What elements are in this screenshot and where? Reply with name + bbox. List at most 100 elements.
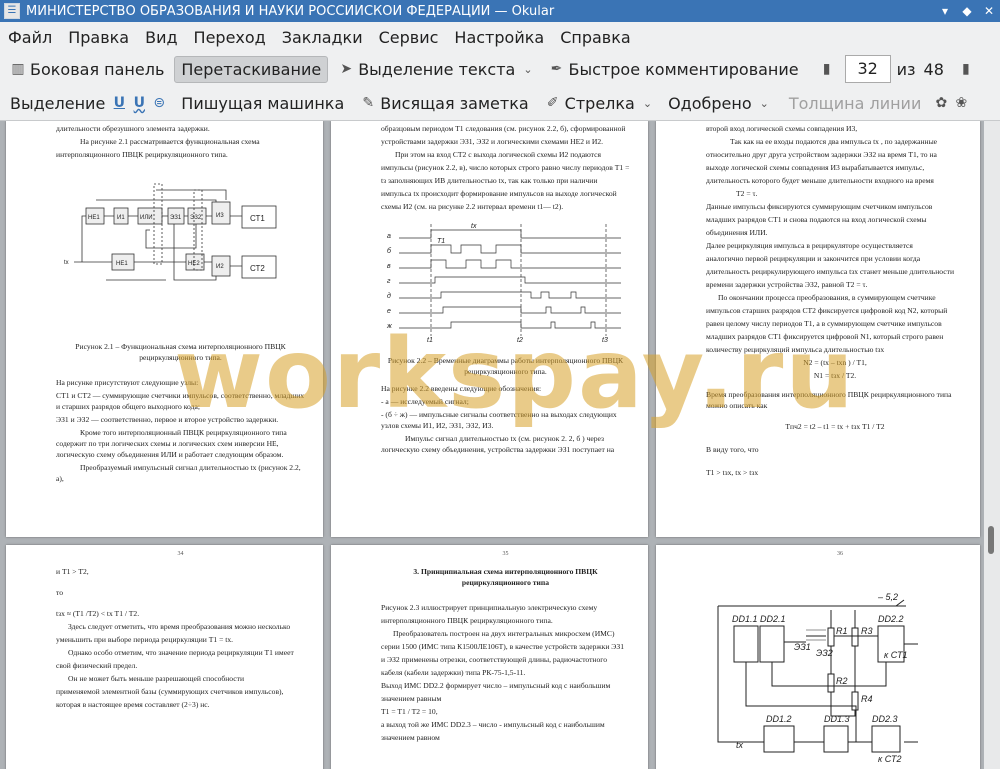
schematic-diagram: DD1.1 DD2.1 R1 R3 – 5,2 DD2.2 ЭЗ1 ЭЗ2 к … [717, 592, 918, 764]
stamp-label: Одобрено [668, 93, 752, 113]
label-ez2: ЭЗ2 [816, 648, 833, 658]
menu-tools[interactable]: Сервис [371, 28, 447, 47]
page-text: Рисунок 2.3 иллюстрирует принципиальную … [381, 603, 598, 612]
menu-file[interactable]: Файл [0, 28, 60, 47]
time-label-t3: t3 [602, 337, 608, 344]
signal-label-e: е [387, 308, 391, 315]
arrow-label: Стрелка [564, 93, 635, 113]
formula: N1 = tзx / T2. [813, 371, 857, 380]
note-label: Висящая заметка [380, 93, 529, 113]
label-r3: R3 [861, 626, 873, 636]
page-text: выходе логической схемы совпадения И3 вы… [706, 163, 925, 172]
duration-label-tx: tx [471, 223, 477, 230]
signal-label-a: а [387, 233, 391, 240]
color-icon[interactable]: ✿ [933, 95, 949, 111]
page-total: 48 [923, 59, 944, 79]
note-button[interactable]: ✎ Висящая заметка [354, 91, 534, 116]
settings-icon[interactable]: ❀ [953, 95, 969, 111]
menu-bar: Файл Правка Вид Переход Закладки Сервис … [0, 22, 1000, 52]
page-text: - а — исследуемый сигнал; [381, 397, 469, 406]
highlight-button[interactable]: Выделение [4, 91, 111, 116]
page-text: применяемой элементной базы (суммирующих… [56, 687, 284, 696]
period-label-t1: T1 [437, 238, 445, 245]
svg-text:tx: tx [64, 260, 69, 266]
page-text: - (б ÷ ж) — импульсные сигналы соответст… [381, 410, 617, 430]
page-number-input[interactable]: 32 [844, 55, 891, 83]
menu-go[interactable]: Переход [186, 28, 274, 47]
signal-label-zh: ж [386, 323, 393, 330]
menu-help[interactable]: Справка [552, 28, 639, 47]
drag-mode-button[interactable]: Перетаскивание [174, 55, 329, 83]
chevron-down-icon[interactable]: ⌄ [643, 97, 652, 110]
menu-view[interactable]: Вид [137, 28, 185, 47]
menu-edit[interactable]: Правка [60, 28, 137, 47]
squiggle-icon[interactable]: U [131, 95, 147, 111]
page-text: Он не может быть меньше разрешающей спос… [68, 674, 245, 683]
close-button[interactable]: ✕ [978, 4, 1000, 18]
page-text: равен целому числу периодов T1, а в сумм… [706, 319, 942, 328]
page-text: которая в настоящее время составляет (2÷… [56, 700, 210, 709]
functional-diagram: НЕ1 И1 ИЛИ ЭЗ1 ЭЗ2 И3 СТ1 НЕ1 НЕ2 И2 СТ2 tx [64, 183, 277, 281]
scrollbar-thumb[interactable] [988, 526, 994, 554]
quick-comment-button[interactable]: ✒ Быстрое комментирование [543, 57, 805, 82]
okular-app-icon[interactable]: ☰ [4, 3, 20, 19]
chevron-down-icon[interactable]: ⌄ [760, 97, 769, 110]
previous-page-icon[interactable]: ▮ [819, 61, 835, 77]
signal-label-d: д [387, 292, 391, 300]
page-text: второй вход логической схемы совпадения … [706, 124, 858, 133]
page-text: устройствами задержки ЭЗ1, ЭЗ2 и логичес… [381, 137, 604, 146]
page-text: значением равном [381, 733, 440, 742]
arrow-icon: ✐ [546, 95, 559, 111]
label-ez1: ЭЗ1 [794, 642, 811, 652]
underline-icon[interactable]: U [111, 95, 127, 111]
stamp-button[interactable]: Одобрено ⌄ [662, 91, 775, 116]
page-32: образцовым периодом T1 следования (см. р… [331, 121, 648, 537]
page-text: интерполяционного ПВЦК рециркуляционного… [381, 616, 553, 625]
page-text: длительность рециркулирующего импульса t… [706, 267, 955, 276]
sidebar-button[interactable]: ▥ Боковая панель [4, 57, 170, 82]
label-dd1-2: DD1.2 [766, 714, 792, 724]
page-text: свой физический предел. [56, 661, 138, 670]
page-text: Кроме того интерполяционный ПВЦК рецирку… [56, 428, 287, 459]
label-power: – 5,2 [877, 592, 898, 602]
line-width-button[interactable]: Толщина линии [783, 91, 928, 116]
label-dd2-2: DD2.2 [878, 614, 904, 624]
menu-bookmarks[interactable]: Закладки [274, 28, 371, 47]
page-text: импульсы (рисунок 2.2, в), число которых… [381, 163, 630, 172]
label-to-ct1: к СТ1 [884, 650, 907, 660]
vertical-scrollbar[interactable] [984, 121, 1000, 769]
page-35: 35 3. Принципиальная схема интерполяцион… [331, 545, 648, 769]
label-dd1-1: DD1.1 [732, 614, 758, 624]
page-text: При этом на вход СТ2 с выхода логической… [395, 150, 601, 159]
strikeout-icon[interactable]: ⊜ [151, 95, 167, 111]
svg-text:И1: И1 [117, 215, 125, 221]
formula: tзх ≈ (T1 /T2) < tx T1 / T2. [56, 609, 140, 618]
time-label-t1: t1 [427, 337, 433, 344]
svg-text:СТ2: СТ2 [250, 264, 265, 273]
page-text: длительность которого будет меньше длите… [706, 176, 934, 185]
typewriter-label: Пишущая машинка [181, 93, 345, 113]
page-text: ЭЗ1 и ЭЗ2 — соответственно, первое и вто… [56, 415, 279, 424]
page-text: Импульс сигнал длительностью tx (см. рис… [381, 434, 615, 454]
page-text: длительности обрезушного элемента задерж… [56, 124, 210, 133]
signal-label-b: б [387, 247, 392, 255]
page-text: младших разрядов СТ1 фиксируется цифрово… [706, 332, 944, 341]
label-r1: R1 [836, 626, 848, 636]
signal-label-v: в [387, 263, 391, 270]
note-icon: ✎ [362, 95, 375, 111]
formula: N2 = (tx – txn ) / T1, [803, 358, 867, 367]
page-text: импульса tx происходит формирование импу… [381, 189, 617, 198]
maximize-button[interactable]: ◆ [956, 4, 978, 18]
page-text: Так как на ее входы подаются два импульс… [730, 137, 938, 146]
arrow-button[interactable]: ✐ Стрелка ⌄ [539, 91, 658, 116]
text-selection-button[interactable]: ➤ Выделение текста ⌄ [332, 57, 538, 82]
chevron-down-icon[interactable]: ⌄ [523, 63, 532, 76]
sidebar-label: Боковая панель [30, 59, 165, 79]
title-bar: ☰ МИНИСТЕРСТВО ОБРАЗОВАНИЯ И НАУКИ РОССИ… [0, 0, 1000, 22]
menu-settings[interactable]: Настройка [446, 28, 552, 47]
page-text: Данные импульсы фиксируются суммирующим … [706, 202, 933, 211]
typewriter-button[interactable]: Пишущая машинка [175, 91, 350, 116]
minimize-button[interactable]: ▾ [934, 4, 956, 18]
document-view[interactable]: длительности обрезушного элемента задерж… [0, 121, 1000, 769]
next-page-icon[interactable]: ▮ [958, 61, 974, 77]
